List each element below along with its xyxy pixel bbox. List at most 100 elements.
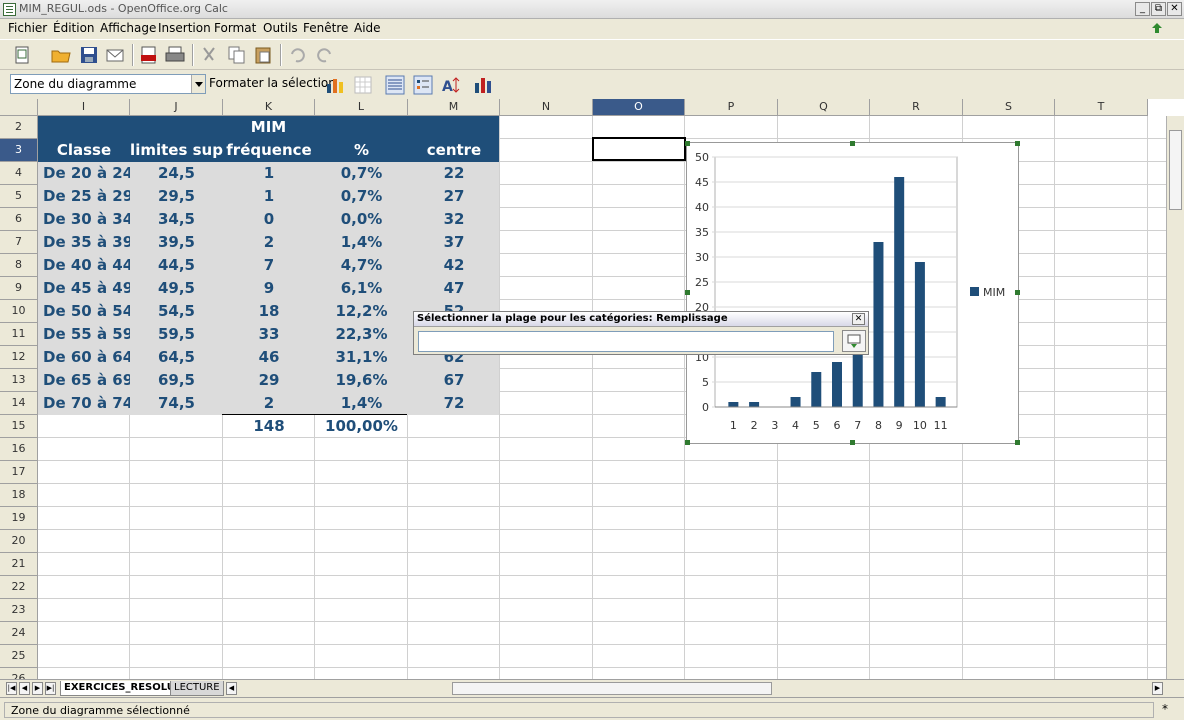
row-header-5[interactable]: 5	[0, 185, 38, 208]
col-header-k[interactable]: K	[223, 99, 315, 116]
tab-exercices-resolu[interactable]: EXERCICES_RESOLU	[60, 681, 179, 696]
menu-fenetre[interactable]: Fenêtre	[303, 21, 348, 35]
table-cell[interactable]: De 50 à 54	[38, 300, 130, 323]
table-cell[interactable]: 1,4%	[315, 231, 408, 254]
row-header-13[interactable]: 13	[0, 369, 38, 392]
chart-handle[interactable]	[685, 440, 690, 445]
col-header-p[interactable]: P	[685, 99, 778, 116]
row-header-11[interactable]: 11	[0, 323, 38, 346]
table-cell[interactable]: 42	[408, 254, 500, 277]
table-cell[interactable]: 33	[223, 323, 315, 346]
table-header-cell[interactable]: limites sup	[130, 139, 223, 162]
table-cell[interactable]: 0,7%	[315, 185, 408, 208]
table-cell[interactable]: 4,7%	[315, 254, 408, 277]
table-cell[interactable]: 1	[223, 185, 315, 208]
table-header-cell[interactable]: Classe	[38, 139, 130, 162]
table-cell[interactable]: 49,5	[130, 277, 223, 300]
table-cell[interactable]: 64,5	[130, 346, 223, 369]
bar-11[interactable]	[935, 397, 946, 407]
table-cell[interactable]: 2	[223, 231, 315, 254]
col-header-n[interactable]: N	[500, 99, 593, 116]
table-cell[interactable]: 27	[408, 185, 500, 208]
col-header-q[interactable]: Q	[778, 99, 870, 116]
table-cell[interactable]: De 40 à 44	[38, 254, 130, 277]
restore-button[interactable]: ⧉	[1151, 2, 1166, 16]
row-header-3[interactable]: 3	[0, 139, 38, 162]
format-selection-button[interactable]: Formater la sélection	[209, 76, 336, 90]
auto-layout-icon[interactable]	[472, 74, 494, 96]
table-cell[interactable]: 47	[408, 277, 500, 300]
horizontal-grid-icon[interactable]	[384, 74, 406, 96]
col-header-o[interactable]: O	[593, 99, 685, 116]
legend-icon[interactable]	[412, 74, 434, 96]
bar-10[interactable]	[914, 262, 925, 407]
table-cell[interactable]: 0,0%	[315, 208, 408, 231]
corner-header[interactable]	[0, 99, 38, 116]
row-header-17[interactable]: 17	[0, 461, 38, 484]
undo-icon[interactable]	[286, 44, 308, 66]
vertical-scrollbar[interactable]	[1166, 116, 1184, 679]
menu-edition[interactable]: Édition	[53, 21, 95, 35]
table-cell[interactable]: De 20 à 24	[38, 162, 130, 185]
chart-handle[interactable]	[685, 290, 690, 295]
table-cell[interactable]: 22	[408, 162, 500, 185]
table-cell[interactable]: 67	[408, 369, 500, 392]
table-title[interactable]: MIM	[38, 116, 499, 139]
table-cell[interactable]: 69,5	[130, 369, 223, 392]
row-header-9[interactable]: 9	[0, 277, 38, 300]
minimize-button[interactable]: _	[1135, 2, 1150, 16]
copy-icon[interactable]	[226, 44, 248, 66]
table-cell[interactable]: 1	[223, 162, 315, 185]
table-header-cell[interactable]: centre	[408, 139, 500, 162]
table-cell[interactable]: 7	[223, 254, 315, 277]
row-header-26[interactable]: 26	[0, 668, 38, 679]
paste-icon[interactable]	[252, 44, 274, 66]
table-cell[interactable]: De 65 à 69	[38, 369, 130, 392]
table-cell[interactable]: De 70 à 74	[38, 392, 130, 415]
row-header-4[interactable]: 4	[0, 162, 38, 185]
range-input[interactable]	[418, 331, 834, 352]
chart-handle[interactable]	[1015, 290, 1020, 295]
bar-9[interactable]	[894, 177, 905, 407]
horizontal-scrollbar[interactable]	[452, 682, 772, 695]
table-cell[interactable]: 22,3%	[315, 323, 408, 346]
table-cell[interactable]: 44,5	[130, 254, 223, 277]
bar-5[interactable]	[811, 372, 822, 407]
scroll-right-button[interactable]: ▶	[1152, 682, 1163, 695]
row-header-8[interactable]: 8	[0, 254, 38, 277]
data-table-icon[interactable]	[352, 74, 374, 96]
table-cell[interactable]: 29	[223, 369, 315, 392]
table-cell[interactable]: De 35 à 39	[38, 231, 130, 254]
table-cell[interactable]: 39,5	[130, 231, 223, 254]
shrink-dialog-button[interactable]	[842, 330, 866, 352]
col-header-r[interactable]: R	[870, 99, 963, 116]
menu-insertion[interactable]: Insertion	[158, 21, 211, 35]
table-cell[interactable]: 19,6%	[315, 369, 408, 392]
chart-element-select[interactable]: Zone du diagramme	[10, 74, 206, 94]
table-header-cell[interactable]: fréquence	[223, 139, 315, 162]
last-sheet-button[interactable]: ▶|	[45, 682, 56, 695]
row-header-22[interactable]: 22	[0, 576, 38, 599]
table-cell[interactable]: 59,5	[130, 323, 223, 346]
row-header-20[interactable]: 20	[0, 530, 38, 553]
row-header-15[interactable]: 15	[0, 415, 38, 438]
tabs-scroll-left[interactable]: ◀	[226, 682, 237, 695]
row-header-19[interactable]: 19	[0, 507, 38, 530]
row-header-16[interactable]: 16	[0, 438, 38, 461]
chart-handle[interactable]	[850, 440, 855, 445]
table-header-cell[interactable]: %	[315, 139, 408, 162]
chart-type-icon[interactable]	[324, 74, 346, 96]
chart-handle[interactable]	[685, 141, 690, 146]
bar-4[interactable]	[790, 397, 801, 407]
col-header-j[interactable]: J	[130, 99, 223, 116]
bar-8[interactable]	[873, 242, 884, 407]
next-sheet-button[interactable]: ▶	[32, 682, 43, 695]
col-header-l[interactable]: L	[315, 99, 408, 116]
menu-format[interactable]: Format	[214, 21, 256, 35]
row-header-14[interactable]: 14	[0, 392, 38, 415]
table-cell[interactable]: De 55 à 59	[38, 323, 130, 346]
dialog-close-button[interactable]: ✕	[852, 313, 865, 325]
table-cell[interactable]: 0	[223, 208, 315, 231]
first-sheet-button[interactable]: |◀	[6, 682, 17, 695]
chart-area[interactable]: 051015202530354045501234567891011MIM	[686, 142, 1019, 444]
